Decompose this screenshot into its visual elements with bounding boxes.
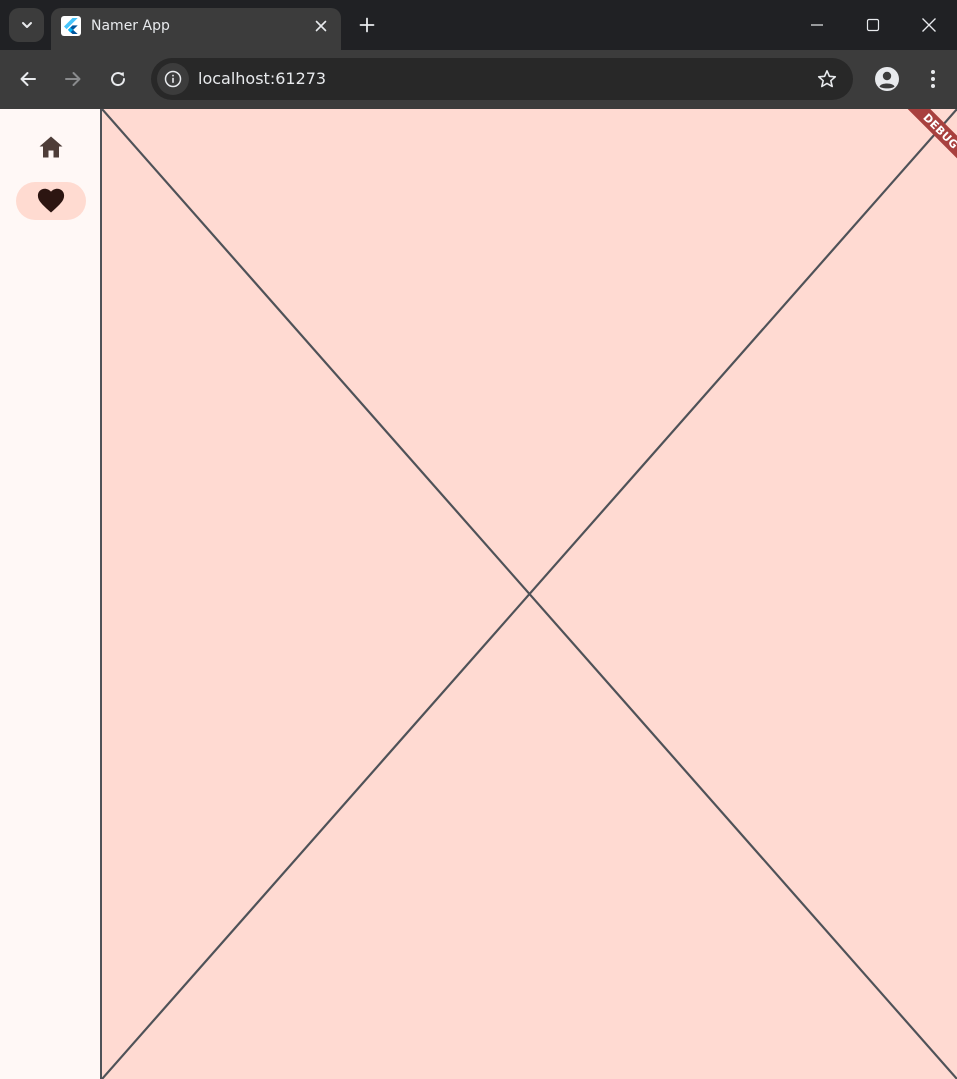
main-content-placeholder [102, 109, 957, 1079]
minimize-window-button[interactable] [789, 0, 845, 50]
navigation-rail [1, 109, 100, 1079]
arrow-right-icon [65, 72, 81, 86]
arrow-left-icon [20, 72, 36, 86]
url-text: localhost:61273 [198, 69, 327, 88]
app-viewport: DEBUG [0, 109, 957, 1079]
back-button[interactable] [13, 64, 43, 94]
tab-title: Namer App [91, 18, 170, 34]
forward-button[interactable] [58, 64, 88, 94]
close-icon [315, 20, 327, 32]
browser-tab[interactable]: Namer App [51, 8, 341, 50]
bookmark-button[interactable] [815, 67, 839, 91]
info-icon [164, 70, 182, 88]
browser-toolbar: localhost:61273 [0, 50, 957, 109]
close-window-button[interactable] [901, 0, 957, 50]
maximize-window-button[interactable] [845, 0, 901, 50]
heart-icon [37, 188, 65, 213]
site-info-button[interactable] [157, 63, 189, 95]
reload-icon [111, 72, 126, 87]
tab-close-button[interactable] [311, 16, 331, 36]
new-tab-button[interactable] [352, 10, 382, 40]
vertical-dots-icon [931, 70, 935, 88]
tab-search-button[interactable] [9, 8, 44, 42]
account-icon [875, 67, 899, 91]
reload-button[interactable] [103, 64, 133, 94]
close-icon [922, 18, 936, 32]
maximize-icon [866, 18, 880, 32]
minimize-icon [811, 24, 823, 26]
chevron-down-icon [21, 22, 32, 28]
profile-button[interactable] [872, 64, 902, 94]
placeholder-cross [102, 109, 957, 1079]
browser-title-bar: Namer App [0, 0, 957, 50]
browser-menu-button[interactable] [918, 64, 948, 94]
flutter-logo-icon [61, 16, 81, 36]
plus-icon [359, 17, 375, 33]
star-icon [817, 70, 837, 88]
rail-destination-favorites[interactable] [16, 182, 86, 220]
address-bar[interactable]: localhost:61273 [151, 58, 853, 100]
rail-destination-home[interactable] [16, 128, 86, 166]
home-icon [39, 136, 63, 158]
